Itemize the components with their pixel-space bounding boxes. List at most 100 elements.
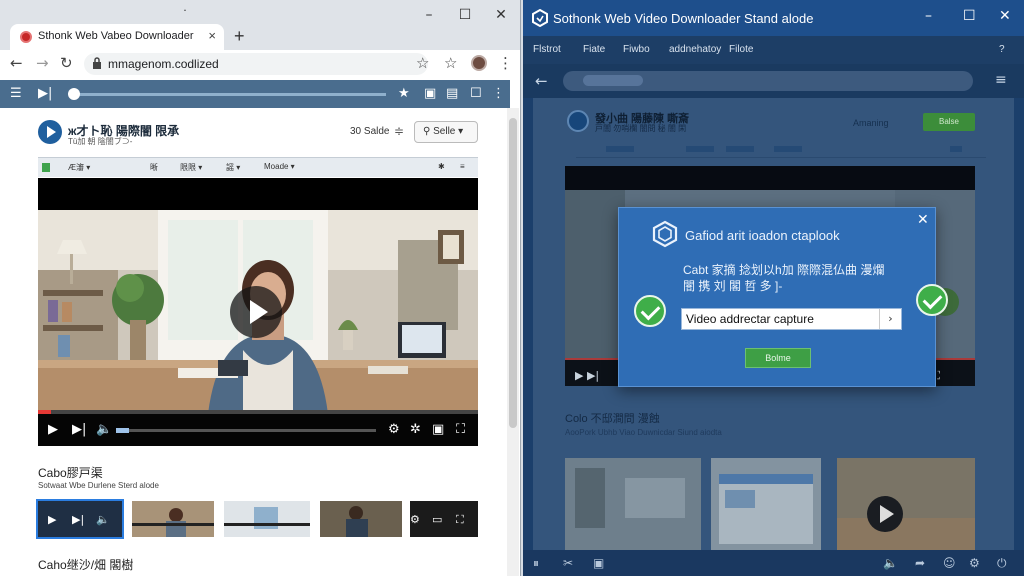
window-icon[interactable]: ☐	[470, 86, 482, 101]
new-tab-button[interactable]: +	[234, 26, 245, 47]
capture-select-field[interactable]: ›	[681, 308, 902, 330]
app-address-bar[interactable]	[563, 71, 973, 91]
lock-icon	[93, 57, 101, 69]
status-tools-icon[interactable]: ✂	[563, 556, 573, 570]
maximize-button[interactable]: ☐	[448, 4, 482, 26]
app-menu-item[interactable]: Filote	[729, 44, 753, 55]
address-bar[interactable]: mmagenom.codlized	[84, 53, 428, 75]
fullscreen-icon[interactable]: ⛶	[456, 422, 465, 437]
menu-item[interactable]: 限限 ▾	[180, 162, 202, 173]
status-settings-icon[interactable]: ⚙	[969, 556, 980, 570]
profile-avatar[interactable]	[471, 55, 487, 71]
menu-grid-icon[interactable]: ≡	[460, 162, 465, 171]
app-back-button[interactable]: ←	[535, 72, 548, 90]
volume-icon[interactable]: 🔈	[96, 513, 110, 526]
thumbnail-item[interactable]: ⚙ ▭ ⛶	[410, 501, 478, 537]
play-icon[interactable]	[230, 286, 282, 338]
dialog-title: Gafiod arit ioadon ctaplook	[685, 228, 840, 243]
chevron-right-icon[interactable]: ›	[879, 309, 901, 329]
thumbnail-item[interactable]: ▶ ▶| 🔈	[36, 499, 124, 539]
fullscreen-icon[interactable]: ⛶	[456, 513, 464, 527]
app-address-placeholder	[583, 75, 643, 86]
menu-more-icon[interactable]: ✱	[438, 162, 445, 171]
next-button[interactable]: ▶|	[72, 422, 86, 437]
reload-button[interactable]: ↻	[60, 54, 73, 72]
url-text: mmagenom.codlized	[108, 57, 219, 71]
volume-level	[116, 428, 129, 433]
screenshot-icon[interactable]: ▤	[446, 86, 458, 101]
thumbnail-item[interactable]	[320, 501, 402, 537]
status-share-icon[interactable]: ➦	[915, 556, 925, 570]
search-icon: ⚲	[423, 126, 431, 137]
close-button[interactable]: ✕	[484, 4, 518, 26]
captions-icon[interactable]: ▭	[432, 513, 442, 526]
dialog-close-button[interactable]: ✕	[917, 212, 929, 228]
page-tab[interactable]	[606, 146, 634, 152]
next-icon[interactable]: ▶|	[72, 513, 84, 526]
settings-sliders-icon[interactable]: ☰	[10, 86, 22, 101]
app-menu-item[interactable]: Fiwbo	[623, 44, 650, 55]
star-icon[interactable]: ☆	[416, 54, 429, 72]
thumbnail-item[interactable]	[132, 501, 214, 537]
status-pause-icon[interactable]: ⏸	[533, 556, 539, 571]
page-scrollbar[interactable]	[507, 108, 519, 576]
shield-icon	[532, 9, 548, 27]
app-thumbnail-item[interactable]	[711, 458, 821, 550]
menu-item[interactable]: Ӕ瀋 ▾	[68, 162, 90, 173]
page-tab[interactable]	[686, 146, 714, 152]
dialog-confirm-button[interactable]: Bolme	[745, 348, 811, 368]
app-menu-item[interactable]: Fiate	[583, 44, 605, 55]
app-maximize-button[interactable]: ☐	[963, 8, 976, 24]
app-menu-item[interactable]: Flstrot	[533, 44, 561, 55]
gear-icon[interactable]: ✲	[410, 422, 421, 437]
app-minimize-button[interactable]: –	[925, 8, 932, 24]
app-close-button[interactable]: ✕	[999, 8, 1011, 24]
menu-item[interactable]: Moade ▾	[264, 162, 295, 171]
sort-icon[interactable]: ≑	[394, 124, 404, 138]
settings-icon[interactable]: ⚙	[410, 513, 420, 526]
capture-input[interactable]	[682, 309, 878, 329]
back-button[interactable]: ←	[10, 54, 23, 72]
thumbnail-image	[320, 501, 402, 537]
search-button[interactable]: ⚲ Selle ▾	[414, 121, 478, 143]
thumbnail-item[interactable]	[224, 501, 310, 537]
settings-icon[interactable]: ⚙	[388, 422, 400, 437]
play-button[interactable]: ▶	[48, 422, 58, 437]
menu-item[interactable]: 晰	[150, 162, 158, 173]
bookmark-star-icon[interactable]: ☆	[444, 54, 457, 72]
forward-button[interactable]: →	[36, 54, 49, 72]
page-tab[interactable]	[726, 146, 754, 152]
menu-item[interactable]: 謡 ▾	[226, 162, 240, 173]
volume-slider[interactable]	[116, 428, 376, 433]
capture-icon[interactable]: ▣	[424, 86, 436, 101]
extension-seekbar[interactable]	[70, 93, 386, 96]
scrollbar-thumb[interactable]	[509, 118, 517, 428]
status-speaker-icon[interactable]: 🔈	[883, 556, 898, 570]
app-thumbnail-item[interactable]	[837, 458, 975, 550]
video-player[interactable]: ▶ ▶| 🔈 ⚙ ✲ ▣ ⛶	[38, 178, 478, 446]
subtitles-icon[interactable]: ▣	[432, 422, 444, 437]
help-icon[interactable]: ?	[999, 44, 1005, 55]
volume-icon[interactable]: 🔈	[96, 422, 112, 437]
next-track-icon[interactable]: ▶|	[38, 86, 52, 101]
page-tab-icon[interactable]	[950, 146, 962, 152]
star-icon[interactable]: ★	[398, 86, 410, 101]
minimize-button[interactable]: –	[412, 4, 446, 26]
app-menu-item[interactable]: addnehatoy	[669, 44, 721, 55]
status-users-icon[interactable]: ☺	[943, 556, 956, 570]
site-logo-icon[interactable]	[38, 120, 62, 144]
app-menu-icon[interactable]: ≡	[995, 72, 1007, 88]
tab-close-button[interactable]: ×	[208, 28, 216, 43]
status-window-icon[interactable]: ▣	[593, 556, 604, 570]
seek-knob[interactable]	[68, 88, 80, 100]
browser-menu-button[interactable]: ⋮	[498, 54, 513, 72]
app-thumbnail-item[interactable]	[565, 458, 701, 550]
section-subtitle: Sotwaat Wbe Durlene Sterd alode	[38, 481, 159, 490]
extension-menu-icon[interactable]: ⋮	[492, 86, 505, 101]
browser-tab[interactable]: Sthonk Web Vabeo Downloader ×	[10, 24, 224, 50]
play-icon[interactable]: ▶	[48, 513, 56, 526]
status-power-icon[interactable]: ⏻	[997, 556, 1007, 571]
page-tab[interactable]	[774, 146, 802, 152]
app-title: Sothonk Web Video Downloader Stand alode	[553, 11, 814, 26]
page-action-button[interactable]: Balse	[923, 113, 975, 131]
